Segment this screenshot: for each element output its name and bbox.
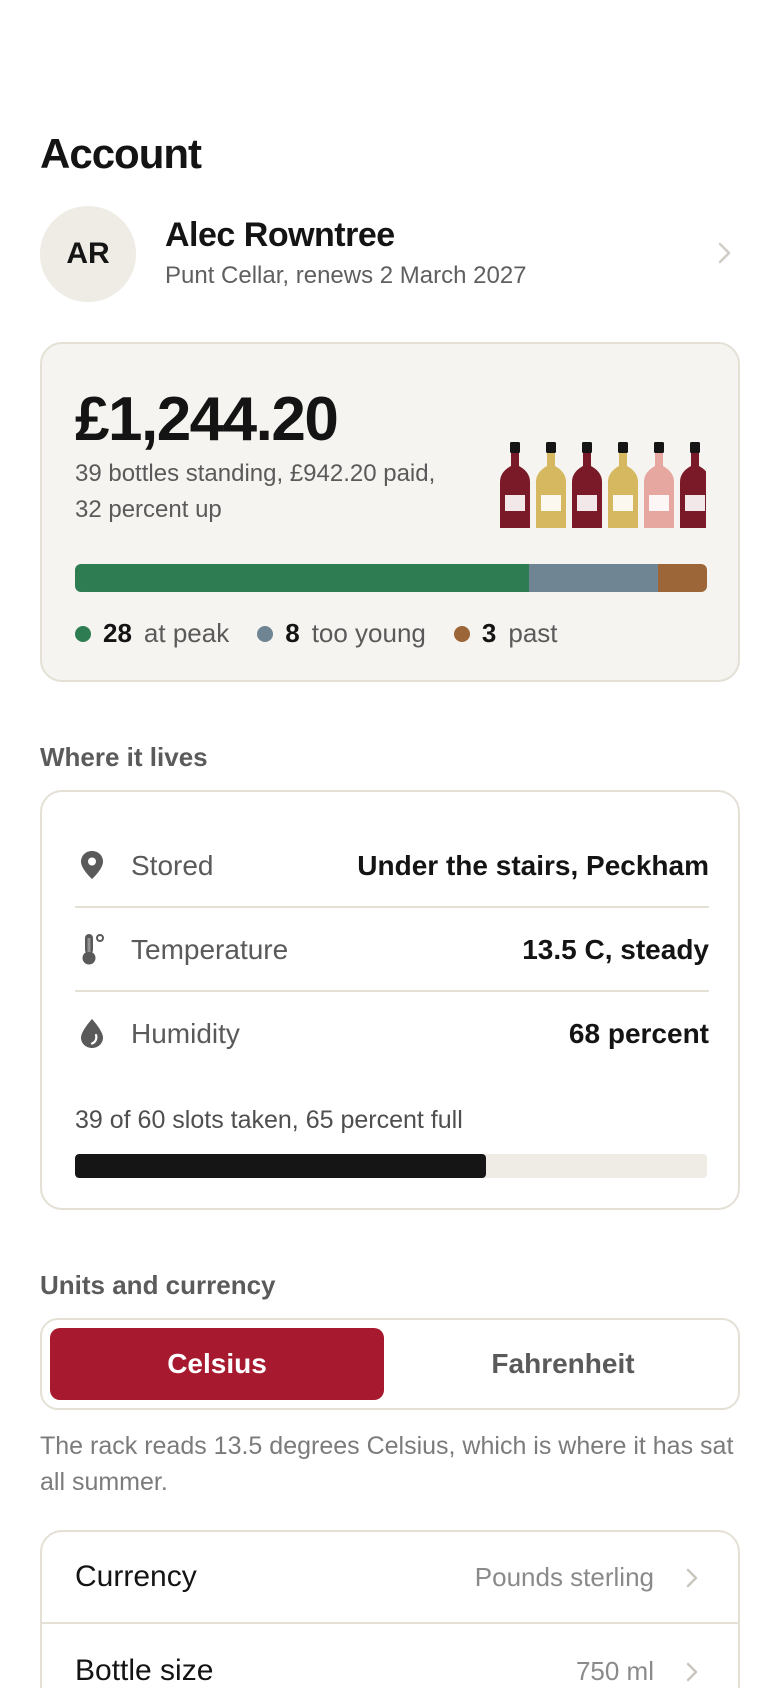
bottle-icon	[500, 442, 530, 528]
page-title: Account	[40, 130, 202, 177]
profile-row[interactable]: AR Alec Rowntree Punt Cellar, renews 2 M…	[40, 206, 740, 302]
slots-summary: 39 of 60 slots taken, 65 percent full	[75, 1106, 463, 1134]
legend-label: at peak	[143, 618, 230, 648]
list-value: Pounds sterling	[474, 1562, 654, 1592]
maturity-legend: 28 at peak 8 too young 3 past	[75, 618, 586, 649]
info-label: Stored	[131, 850, 214, 881]
maturity-stacked-bar	[75, 564, 707, 592]
stored-row: Stored Under the stairs, Peckham	[75, 824, 709, 908]
info-value: 68 percent	[568, 1018, 709, 1049]
legend-count: 28	[103, 618, 132, 648]
info-value: Under the stairs, Peckham	[357, 850, 709, 881]
chevron-right-icon	[718, 242, 731, 264]
slots-progress-bar	[75, 1154, 707, 1178]
legend-count: 3	[481, 618, 497, 648]
legend-count: 8	[285, 618, 300, 648]
where-it-lives-heading: Where it lives	[40, 742, 208, 772]
units-heading: Units and currency	[40, 1270, 276, 1300]
cellar-value-summary: 39 bottles standing, £942.20 paid, 32 pe…	[75, 460, 436, 523]
currency-row[interactable]: Currency Pounds sterling	[42, 1532, 738, 1624]
list-value: 750 ml	[575, 1656, 654, 1686]
temperature-unit-toggle: Celsius Fahrenheit	[40, 1318, 740, 1410]
legend-dot-too-young	[257, 625, 274, 642]
fahrenheit-option[interactable]: Fahrenheit	[396, 1328, 730, 1400]
bottle-icon	[536, 442, 566, 528]
droplet-icon	[81, 1019, 103, 1048]
settings-list: Currency Pounds sterling Bottle size 750…	[40, 1530, 740, 1688]
legend-item-past: 3 past	[453, 618, 558, 649]
bottle-icon	[680, 442, 706, 528]
maturity-segment-0	[75, 564, 529, 592]
info-label: Temperature	[131, 934, 289, 965]
legend-item-too-young: 8 too young	[257, 618, 426, 649]
legend-dot-at-peak	[75, 625, 91, 642]
list-label: Currency	[75, 1560, 197, 1593]
maturity-segment-2	[658, 564, 707, 592]
chevron-right-icon	[686, 1568, 698, 1588]
celsius-option[interactable]: Celsius	[50, 1328, 384, 1400]
info-value: 13.5 C, steady	[522, 934, 709, 965]
humidity-row: Humidity 68 percent	[75, 992, 709, 1076]
cellar-value-card: £1,244.20 39 bottles standing, £942.20 p…	[40, 342, 740, 682]
cellar-value-amount: £1,244.20	[75, 385, 339, 454]
profile-subscription: Punt Cellar, renews 2 March 2027	[165, 262, 527, 289]
bottles-illustration	[500, 442, 706, 528]
bottle-icon	[644, 442, 674, 528]
chevron-right-icon	[686, 1662, 698, 1682]
slots-progress-fill	[75, 1154, 486, 1178]
bottle-size-row[interactable]: Bottle size 750 ml	[42, 1626, 738, 1688]
list-label: Bottle size	[75, 1654, 214, 1687]
legend-label: too young	[311, 618, 426, 648]
profile-name: Alec Rowntree	[165, 216, 395, 254]
maturity-segment-1	[528, 564, 659, 592]
legend-item-at-peak: 28 at peak	[75, 618, 229, 649]
temperature-note: The rack reads 13.5 degrees Celsius, whi…	[40, 1432, 734, 1496]
location-pin-icon	[81, 851, 103, 879]
bottle-icon	[572, 442, 602, 528]
bottle-icon	[608, 442, 638, 528]
where-it-lives-card: Stored Under the stairs, Peckham Tempera…	[40, 790, 740, 1210]
info-label: Humidity	[131, 1018, 240, 1049]
thermometer-icon	[82, 934, 104, 965]
temperature-row: Temperature 13.5 C, steady	[75, 908, 709, 992]
legend-dot-past	[453, 625, 470, 642]
avatar: AR	[40, 206, 136, 302]
legend-label: past	[508, 618, 558, 648]
